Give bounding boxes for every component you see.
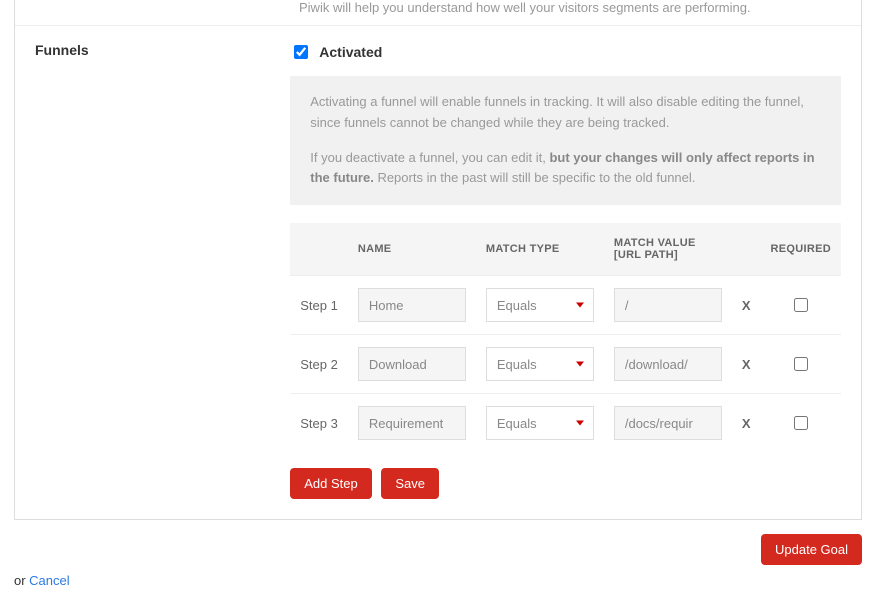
step-name-input[interactable] (358, 406, 466, 440)
col-name: NAME (348, 223, 476, 276)
table-row: Step 2 X (290, 335, 841, 394)
step-buttons-row: Add Step Save (290, 468, 841, 499)
match-type-value[interactable] (486, 406, 594, 440)
cancel-link[interactable]: Cancel (29, 573, 69, 588)
table-row: Step 1 X (290, 276, 841, 335)
match-type-value[interactable] (486, 347, 594, 381)
funnel-panel: Piwik will help you understand how well … (14, 0, 862, 520)
section-label: Funnels (15, 26, 270, 519)
col-blank (290, 223, 348, 276)
or-cancel: or Cancel (14, 573, 876, 588)
step-label: Step 1 (290, 276, 348, 335)
match-type-select[interactable] (486, 406, 594, 440)
table-header-row: NAME MATCH TYPE MATCH VALUE [URL PATH] R… (290, 223, 841, 276)
remove-step-button[interactable]: X (732, 394, 761, 453)
col-remove (732, 223, 761, 276)
activated-toggle[interactable]: Activated (290, 42, 841, 62)
required-checkbox[interactable] (794, 416, 808, 430)
required-checkbox[interactable] (794, 298, 808, 312)
step-name-input[interactable] (358, 347, 466, 381)
table-row: Step 3 X (290, 394, 841, 453)
info-paragraph-2: If you deactivate a funnel, you can edit… (310, 148, 821, 190)
footer-actions: Update Goal (0, 534, 876, 565)
funnels-content: Activated Activating a funnel will enabl… (270, 26, 861, 519)
activated-checkbox[interactable] (294, 45, 308, 59)
update-goal-button[interactable]: Update Goal (761, 534, 862, 565)
match-value-input[interactable] (614, 406, 722, 440)
match-type-select[interactable] (486, 288, 594, 322)
add-step-button[interactable]: Add Step (290, 468, 372, 499)
save-button[interactable]: Save (381, 468, 439, 499)
remove-step-button[interactable]: X (732, 335, 761, 394)
funnel-steps-table: NAME MATCH TYPE MATCH VALUE [URL PATH] R… (290, 223, 841, 452)
intro-text: Piwik will help you understand how well … (15, 0, 861, 25)
step-label: Step 2 (290, 335, 348, 394)
col-match-type: MATCH TYPE (476, 223, 604, 276)
step-name-input[interactable] (358, 288, 466, 322)
remove-step-button[interactable]: X (732, 276, 761, 335)
match-value-input[interactable] (614, 288, 722, 322)
match-value-input[interactable] (614, 347, 722, 381)
required-checkbox[interactable] (794, 357, 808, 371)
funnels-row: Funnels Activated Activating a funnel wi… (15, 25, 861, 519)
activated-label: Activated (319, 44, 382, 60)
info-paragraph-1: Activating a funnel will enable funnels … (310, 92, 821, 134)
col-required: REQUIRED (761, 223, 841, 276)
step-label: Step 3 (290, 394, 348, 453)
match-type-select[interactable] (486, 347, 594, 381)
funnel-info-box: Activating a funnel will enable funnels … (290, 76, 841, 205)
match-type-value[interactable] (486, 288, 594, 322)
col-match-value: MATCH VALUE [URL PATH] (604, 223, 732, 276)
